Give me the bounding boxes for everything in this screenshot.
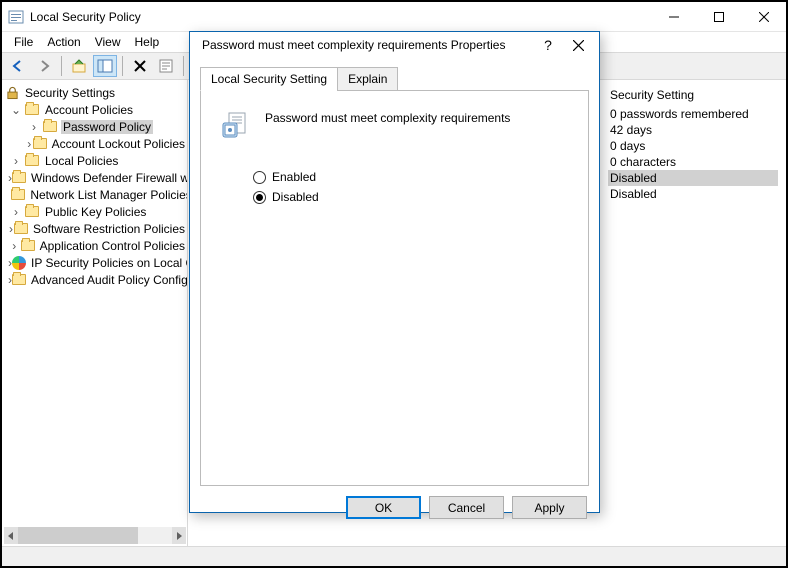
- tree-item-software-restriction[interactable]: › Software Restriction Policies: [2, 220, 187, 237]
- folder-icon: [33, 136, 47, 152]
- radio-enabled[interactable]: Enabled: [217, 167, 572, 187]
- detail-value[interactable]: 42 days: [608, 122, 778, 138]
- folder-icon: [24, 153, 40, 169]
- folder-icon: [12, 272, 26, 288]
- separator: [61, 56, 62, 76]
- tree-item-account-policies[interactable]: ⌄ Account Policies: [2, 101, 187, 118]
- tree-item-ipsec[interactable]: › IP Security Policies on Local Computer: [2, 254, 187, 271]
- window-close-button[interactable]: [741, 2, 786, 31]
- tab-local-security-setting[interactable]: Local Security Setting: [200, 67, 338, 91]
- maximize-button[interactable]: [696, 2, 741, 31]
- dialog-titlebar: Password must meet complexity requiremen…: [190, 32, 599, 58]
- policy-icon: [219, 109, 251, 141]
- titlebar: Local Security Policy: [2, 2, 786, 32]
- detail-list[interactable]: 0 passwords remembered 42 days 0 days 0 …: [608, 106, 778, 202]
- forward-button[interactable]: [32, 55, 56, 77]
- show-tree-button[interactable]: [93, 55, 117, 77]
- expand-icon[interactable]: ›: [8, 154, 24, 168]
- tree-label: IP Security Policies on Local Computer: [29, 256, 188, 270]
- tree-item-firewall[interactable]: › Windows Defender Firewall with Advance…: [2, 169, 187, 186]
- lock-icon: [4, 85, 20, 101]
- tree-label: Advanced Audit Policy Configuration: [29, 273, 188, 287]
- tree-label: Public Key Policies: [43, 205, 148, 219]
- window-title: Local Security Policy: [30, 10, 651, 24]
- tree-item-local-policies[interactable]: › Local Policies: [2, 152, 187, 169]
- menu-view[interactable]: View: [89, 33, 127, 51]
- folder-icon: [24, 102, 40, 118]
- apply-button[interactable]: Apply: [512, 496, 587, 519]
- folder-icon: [24, 204, 40, 220]
- detail-value[interactable]: Disabled: [608, 170, 778, 186]
- radio-disabled[interactable]: Disabled: [217, 187, 572, 207]
- up-button[interactable]: [67, 55, 91, 77]
- radio-icon: [253, 171, 266, 184]
- tab-content: Password must meet complexity requiremen…: [200, 90, 589, 486]
- dialog-body: Local Security Setting Explain Passwor: [190, 58, 599, 486]
- expand-icon[interactable]: ›: [8, 205, 24, 219]
- tree-label: Application Control Policies: [38, 239, 187, 253]
- tree-horizontal-scrollbar[interactable]: [4, 527, 186, 544]
- menu-help[interactable]: Help: [129, 33, 166, 51]
- expand-icon[interactable]: ›: [26, 137, 33, 151]
- tree-label: Password Policy: [61, 120, 153, 134]
- statusbar: [2, 546, 786, 566]
- tree-label: Software Restriction Policies: [31, 222, 187, 236]
- cancel-button[interactable]: Cancel: [429, 496, 504, 519]
- tree-label: Local Policies: [43, 154, 120, 168]
- detail-value[interactable]: Disabled: [608, 186, 778, 202]
- tree-item-app-control[interactable]: › Application Control Policies: [2, 237, 187, 254]
- dialog-title: Password must meet complexity requiremen…: [202, 38, 533, 52]
- scroll-left-button[interactable]: [4, 527, 18, 544]
- expand-icon[interactable]: ›: [26, 120, 42, 134]
- tree-item-network-list[interactable]: Network List Manager Policies: [2, 186, 187, 203]
- radio-icon: [253, 191, 266, 204]
- detail-value[interactable]: 0 passwords remembered: [608, 106, 778, 122]
- shield-icon: [12, 255, 26, 271]
- tab-strip: Local Security Setting Explain: [200, 66, 589, 90]
- tree-label: Windows Defender Firewall with Advanced …: [29, 171, 188, 185]
- minimize-button[interactable]: [651, 2, 696, 31]
- detail-value[interactable]: 0 days: [608, 138, 778, 154]
- separator: [122, 56, 123, 76]
- properties-button[interactable]: [154, 55, 178, 77]
- tree-label: Network List Manager Policies: [28, 188, 188, 202]
- menu-file[interactable]: File: [8, 33, 39, 51]
- tree-label: Account Lockout Policies: [50, 137, 187, 151]
- tree-root[interactable]: Security Settings: [2, 84, 187, 101]
- folder-icon: [11, 187, 25, 203]
- folder-icon: [12, 170, 26, 186]
- tree-item-public-key[interactable]: › Public Key Policies: [2, 203, 187, 220]
- tree-label: Account Policies: [43, 103, 135, 117]
- properties-dialog: Password must meet complexity requiremen…: [189, 31, 600, 513]
- help-button[interactable]: ?: [533, 32, 563, 58]
- dialog-buttons: OK Cancel Apply: [190, 486, 599, 529]
- scroll-right-button[interactable]: [172, 527, 186, 544]
- collapse-icon[interactable]: ⌄: [8, 103, 24, 117]
- tree-item-account-lockout[interactable]: › Account Lockout Policies: [2, 135, 187, 152]
- navigation-tree[interactable]: Security Settings ⌄ Account Policies › P…: [2, 80, 188, 546]
- scroll-thumb[interactable]: [18, 527, 138, 544]
- radio-label: Enabled: [272, 170, 316, 184]
- detail-value[interactable]: 0 characters: [608, 154, 778, 170]
- expand-icon[interactable]: ›: [8, 239, 21, 253]
- app-icon: [8, 9, 24, 25]
- back-button[interactable]: [6, 55, 30, 77]
- detail-column-header[interactable]: Security Setting: [608, 84, 778, 106]
- close-button[interactable]: [563, 32, 593, 58]
- tree-item-audit[interactable]: › Advanced Audit Policy Configuration: [2, 271, 187, 288]
- policy-name: Password must meet complexity requiremen…: [265, 109, 510, 125]
- policy-header: Password must meet complexity requiremen…: [217, 105, 572, 167]
- tree-item-password-policy[interactable]: › Password Policy: [2, 118, 187, 135]
- delete-button[interactable]: [128, 55, 152, 77]
- tree-label: Security Settings: [23, 86, 117, 100]
- tab-explain[interactable]: Explain: [337, 67, 398, 91]
- folder-icon: [42, 119, 58, 135]
- menu-action[interactable]: Action: [41, 33, 86, 51]
- radio-label: Disabled: [272, 190, 319, 204]
- ok-button[interactable]: OK: [346, 496, 421, 519]
- folder-icon: [14, 221, 28, 237]
- separator: [183, 56, 184, 76]
- folder-icon: [21, 238, 35, 254]
